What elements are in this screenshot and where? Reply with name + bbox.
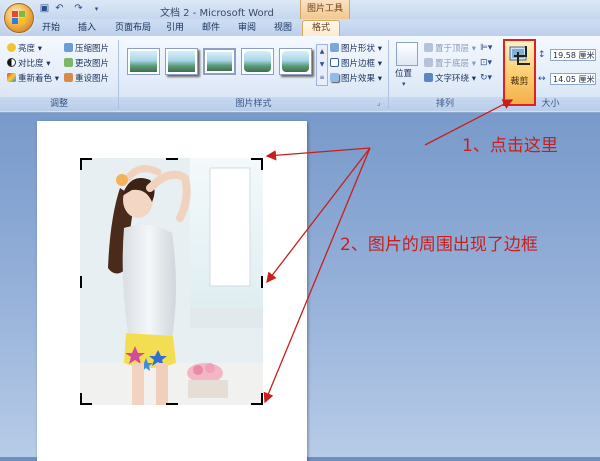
text-wrap-button[interactable]: 文字环绕 ▾ (424, 73, 476, 85)
picture-border-button[interactable]: 图片边框 ▾ (330, 58, 382, 70)
chevron-down-icon: ▾ (402, 80, 406, 88)
tab-page-layout[interactable]: 页面布局 (110, 21, 156, 36)
crop-handle-right[interactable] (261, 276, 263, 288)
style-thumbnail-3[interactable] (203, 48, 236, 75)
style-thumbnail-2[interactable] (165, 48, 198, 75)
send-to-back-icon (424, 58, 433, 67)
group-label-adjust: 调整 (0, 97, 118, 111)
contrast-icon (7, 58, 16, 67)
reset-picture-icon (64, 73, 73, 82)
office-button[interactable] (4, 3, 34, 33)
crop-handle-top-right[interactable] (261, 158, 263, 170)
picture-effects-icon (330, 73, 339, 82)
style-thumbnail-4[interactable] (241, 48, 274, 75)
photo-illustration (80, 158, 263, 405)
crop-handle-bottom-right[interactable] (261, 393, 263, 405)
office-logo-icon (12, 11, 25, 24)
crop-handle-bottom-left[interactable] (80, 393, 82, 405)
brightness-button[interactable]: 亮度 ▾ (7, 43, 42, 55)
picture-shape-icon (330, 43, 339, 52)
tab-mailings[interactable]: 邮件 (196, 21, 226, 36)
rotate-icon[interactable]: ↻▾ (480, 73, 492, 83)
crop-handle-top[interactable] (166, 158, 178, 160)
width-icon: ↔ (538, 74, 546, 84)
picture-tools-context-label: 图片工具 (300, 0, 350, 19)
recolor-button[interactable]: 重新着色 ▾ (7, 73, 59, 85)
group-label-picture-styles: 图片样式 (119, 97, 388, 111)
compress-pictures-button[interactable]: 压缩图片 (64, 43, 109, 55)
crop-handle-bottom[interactable] (166, 403, 178, 405)
tab-home[interactable]: 开始 (36, 21, 66, 36)
send-to-back-button[interactable]: 置于底层 ▾ (424, 58, 476, 70)
crop-handle-top-left[interactable] (80, 158, 82, 170)
crop-label: 裁剪 (510, 77, 529, 87)
tab-view[interactable]: 视图 (268, 21, 298, 36)
brightness-icon (7, 43, 16, 52)
picture-border-icon (330, 58, 339, 67)
annotation-step-1: 1、点击这里 (462, 136, 558, 156)
group-icon[interactable]: ⊡▾ (480, 58, 492, 68)
tab-insert[interactable]: 插入 (72, 21, 102, 36)
style-thumbnail-5[interactable] (279, 48, 312, 75)
change-picture-button[interactable]: 更改图片 (64, 58, 109, 70)
compress-icon (64, 43, 73, 52)
width-field[interactable]: 14.05 厘米 (550, 73, 596, 85)
undo-icon[interactable]: ↶ (53, 3, 66, 15)
quick-access-menu-icon[interactable]: ▾ (90, 3, 103, 15)
height-field[interactable]: 19.58 厘米 (550, 49, 596, 61)
annotation-step-2: 2、图片的周围出现了边框 (340, 235, 538, 255)
height-icon: ↕ (538, 50, 546, 60)
selected-picture[interactable] (80, 158, 263, 405)
position-icon[interactable] (396, 42, 418, 66)
save-icon[interactable]: ▣ (38, 3, 51, 15)
picture-effects-button[interactable]: 图片效果 ▾ (330, 73, 382, 85)
text-wrap-icon (424, 73, 433, 82)
window-title: 文档 2 - Microsoft Word (160, 8, 274, 19)
style-thumbnail-1[interactable] (127, 48, 160, 75)
bring-to-front-icon (424, 43, 433, 52)
tab-review[interactable]: 审阅 (232, 21, 262, 36)
crop-icon (509, 46, 530, 65)
redo-icon[interactable]: ↷ (72, 3, 85, 15)
reset-picture-button[interactable]: 重设图片 (64, 73, 109, 85)
tab-format[interactable]: 格式 (302, 20, 340, 37)
position-button[interactable]: 位置 (395, 68, 412, 80)
bring-to-front-button[interactable]: 置于顶层 ▾ (424, 43, 476, 55)
crop-handle-left[interactable] (80, 276, 82, 288)
group-label-arrange: 排列 (389, 97, 501, 111)
dialog-launcher-icon[interactable]: ⌟ (377, 99, 380, 107)
gallery-scroll-buttons[interactable]: ▲ ▼ ≡ (316, 44, 328, 86)
tab-references[interactable]: 引用 (160, 21, 190, 36)
change-picture-icon (64, 58, 73, 67)
contrast-button[interactable]: 对比度 ▾ (7, 58, 50, 70)
recolor-icon (7, 73, 16, 82)
picture-shape-button[interactable]: 图片形状 ▾ (330, 43, 382, 55)
align-icon[interactable]: ⊫▾ (480, 43, 492, 53)
